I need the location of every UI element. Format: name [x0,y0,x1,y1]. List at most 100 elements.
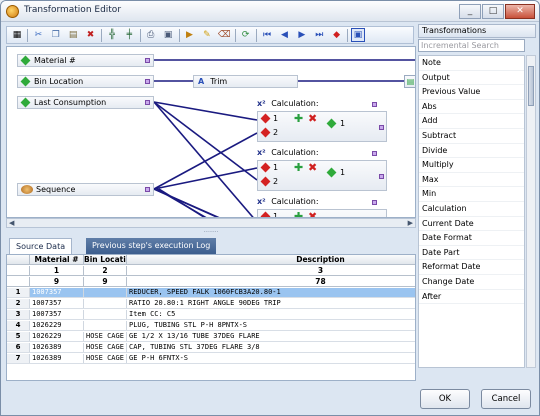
next-icon[interactable]: ▶ [295,28,309,42]
table-row[interactable]: 3 1007357 Item CC: C5 [7,310,415,320]
minimize-button[interactable]: _ [459,4,481,19]
maximize-button[interactable]: □ [482,4,504,19]
table-row[interactable]: 2 1007357 RATIO 20.80:1 RIGHT ANGLE 90DEG … [7,299,415,309]
cell-bin-location[interactable] [84,299,127,308]
connector-icon[interactable] [379,125,384,130]
properties-icon[interactable]: ▦ [10,28,24,42]
transformation-item[interactable]: Note [419,56,524,71]
transformation-item[interactable]: Abs [419,100,524,115]
cell-material[interactable]: 1026389 [30,343,84,352]
cell-bin-location[interactable]: HOSE CAGE [84,332,127,341]
panel-vertical-scrollbar[interactable] [526,55,536,368]
incremental-search-input[interactable]: Incremental Search [418,39,525,52]
transformation-item[interactable]: Min [419,187,524,202]
source-node-bin-location[interactable]: Bin Location [17,75,154,88]
cell-description[interactable]: PLUG, TUBING STL P-H 8PNTX-S [127,321,415,330]
tab-execution-log[interactable]: Previous step's execution Log [86,238,217,254]
scroll-thumb[interactable] [528,66,534,106]
cell-description[interactable]: CAP, TUBING STL 37DEG FLARE 3/8 [127,343,415,352]
transformation-item[interactable]: Subtract [419,129,524,144]
input-diamond-icon[interactable] [260,113,271,124]
column-header-description[interactable]: Description [127,255,415,264]
row-number[interactable]: 1 [7,288,30,297]
table-row[interactable]: 6 1026389 HOSE CAGE CAP, TUBING STL 37DEG F… [7,343,415,353]
table-row[interactable]: 4 1026229 PLUG, TUBING STL P-H 8PNTX-S [7,321,415,331]
connector-icon[interactable] [372,200,377,205]
canvas-horizontal-scrollbar[interactable]: ◀ ▶ [6,218,416,228]
row-number[interactable]: 7 [7,354,30,363]
row-number[interactable]: 2 [7,299,30,308]
output-diamond-icon[interactable] [326,167,337,178]
cell-bin-location[interactable]: HOSE CAGE [84,343,127,352]
cell-description[interactable]: GE 1/2 X 13/16 TUBE 37DEG FLARE [127,332,415,341]
cell-description[interactable]: REDUCER, SPEED FALK 1060FCB3A20.80-1 [127,288,415,297]
output-node-icon[interactable]: ▤ [404,75,415,88]
scroll-right-icon[interactable]: ▶ [408,219,413,227]
add-input-icon[interactable]: ✚ [294,112,303,125]
cell-description[interactable]: Item CC: C5 [127,310,415,319]
export-icon[interactable]: ▶ [183,28,197,42]
transformation-item[interactable]: Max [419,173,524,188]
calculation-node-2[interactable]: x² Calculation: 1 2 ✚ ✖ 1 [257,148,387,195]
transformation-item[interactable]: Divide [419,144,524,159]
cell-material[interactable]: 1007357 [30,299,84,308]
transformation-item[interactable]: Reformat Date [419,260,524,275]
first-icon[interactable]: ⏮ [260,28,274,42]
row-number[interactable]: 3 [7,310,30,319]
stop-icon[interactable]: ◆ [330,28,344,42]
table-row[interactable]: 7 1026389 HOSE CAGE GE P-H 6FNTX-S [7,354,415,364]
cell-material[interactable]: 1026229 [30,332,84,341]
cell-material[interactable]: 1026389 [30,354,84,363]
panel-splitter[interactable]: ········ [6,230,416,236]
column-header-material[interactable]: Material # [30,255,84,264]
align-vertical-icon[interactable]: ╪ [122,28,136,42]
tab-source-data[interactable]: Source Data [9,238,73,254]
connector-icon[interactable] [372,151,377,156]
transformation-item[interactable]: Date Format [419,231,524,246]
table-row[interactable]: 5 1026229 HOSE CAGE GE 1/2 X 13/16 TUBE 37D… [7,332,415,342]
transformation-item[interactable]: Date Part [419,246,524,261]
connector-icon[interactable] [145,79,150,84]
source-node-sequence[interactable]: Sequence [17,183,154,196]
remove-input-icon[interactable]: ✖ [308,112,317,125]
align-icon[interactable]: ╬ [105,28,119,42]
scroll-left-icon[interactable]: ◀ [9,219,14,227]
calculation-node-3[interactable]: x² Calculation: 1 2 ✚ ✖ [257,197,387,217]
connector-icon[interactable] [145,187,150,192]
refresh-icon[interactable]: ⟳ [239,28,253,42]
transformation-item[interactable]: Output [419,71,524,86]
connector-icon[interactable] [145,100,150,105]
source-node-last-consumption[interactable]: Last Consumption [17,96,154,109]
add-input-icon[interactable]: ✚ [294,210,303,217]
cell-material[interactable]: 1007357 [30,310,84,319]
last-icon[interactable]: ⏭ [312,28,326,42]
transformation-item[interactable]: After [419,290,524,305]
connector-icon[interactable] [145,58,150,63]
close-button[interactable]: ✕ [505,4,535,19]
cell-description[interactable]: RATIO 20.80:1 RIGHT ANGLE 90DEG TRIP [127,299,415,308]
row-number[interactable]: 6 [7,343,30,352]
calculation-node-1[interactable]: x² Calculation: 1 2 ✚ ✖ 1 [257,99,387,146]
row-number[interactable]: 5 [7,332,30,341]
delete-icon[interactable]: ✖ [84,28,98,42]
cancel-button[interactable]: Cancel [481,389,531,409]
brush-icon[interactable]: ✎ [200,28,214,42]
panel-icon[interactable]: ▣ [351,28,366,42]
transformation-item[interactable]: Current Date [419,217,524,232]
input-diamond-icon[interactable] [260,127,271,138]
input-diamond-icon[interactable] [260,162,271,173]
transformation-item[interactable]: Calculation [419,202,524,217]
cell-material[interactable]: 1026229 [30,321,84,330]
table-row[interactable]: 1 1007357 REDUCER, SPEED FALK 1060FCB3A20.… [7,288,415,298]
row-number[interactable]: 4 [7,321,30,330]
print-icon[interactable]: ⎙ [144,28,158,42]
cell-bin-location[interactable] [84,321,127,330]
remove-input-icon[interactable]: ✖ [308,161,317,174]
output-diamond-icon[interactable] [326,118,337,129]
cell-bin-location[interactable] [84,310,127,319]
add-input-icon[interactable]: ✚ [294,161,303,174]
input-diamond-icon[interactable] [260,176,271,187]
source-node-material[interactable]: Material # [17,54,154,67]
trim-node[interactable]: A Trim [193,75,298,88]
transformation-item[interactable]: Previous Value [419,85,524,100]
